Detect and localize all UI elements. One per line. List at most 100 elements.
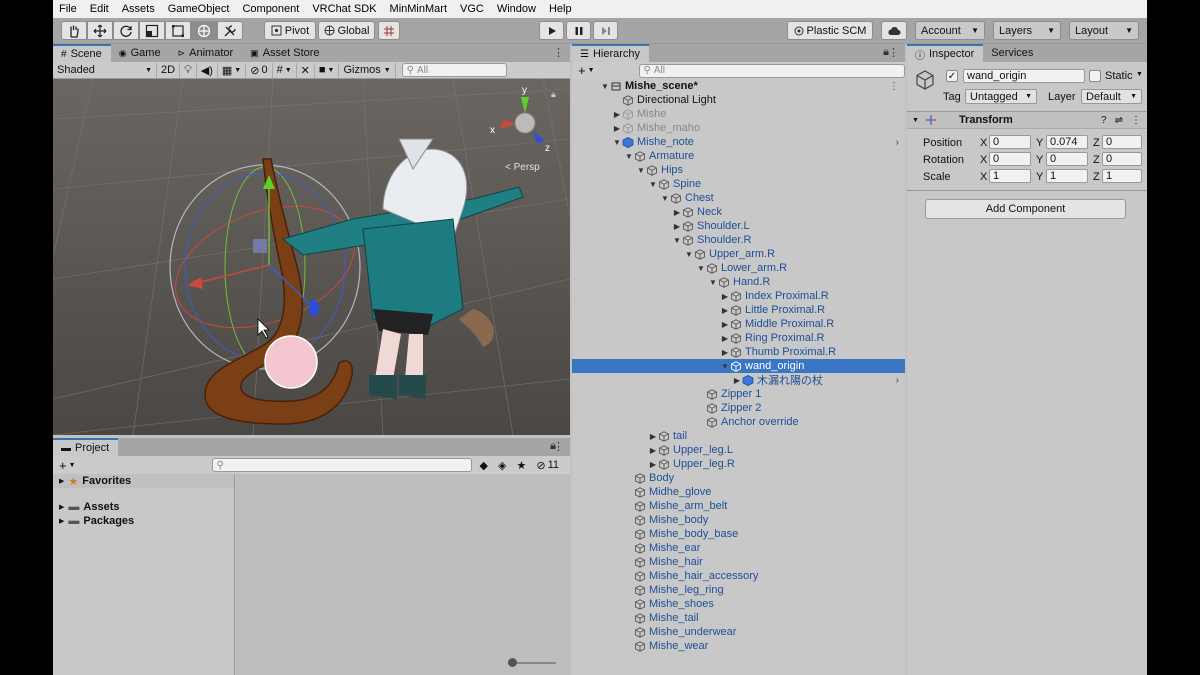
object-name-input[interactable]: wand_origin [963,69,1085,83]
kebab-menu-icon[interactable]: ⋮ [553,440,564,453]
lock-icon[interactable]: 🔒︎ [551,89,556,99]
chevron-right-icon[interactable]: ▶ [612,124,622,133]
hierarchy-row[interactable]: ▶ Ring Proximal.R [572,331,905,345]
hierarchy-row[interactable]: Mishe_body_base [572,527,905,541]
hierarchy-row[interactable]: ▶ Mishe [572,107,905,121]
tab-inspector[interactable]: ⓘ Inspector [907,44,984,62]
kebab-menu-icon[interactable]: ⋮ [553,46,564,59]
hidden-objects-toggle[interactable]: ⊘ 0 [246,62,273,78]
tab-services[interactable]: Services [983,44,1042,62]
menu-file[interactable]: File [59,3,77,15]
mode-2d-toggle[interactable]: 2D [157,62,181,78]
scale-tool-button[interactable] [139,21,165,40]
rotation-y-field[interactable]: 0 [1046,152,1088,166]
rotation-x-field[interactable]: 0 [989,152,1031,166]
transform-tool-button[interactable] [191,21,217,40]
scene-search-input[interactable]: ⚲ All [401,63,507,77]
chevron-right-icon[interactable]: ▶ [672,222,682,231]
hierarchy-row[interactable]: ▼ Armature [572,149,905,163]
hierarchy-row[interactable]: Mishe_body [572,513,905,527]
create-plus-icon[interactable]: + [578,63,586,78]
hierarchy-row[interactable]: ▼ Lower_arm.R [572,261,905,275]
custom-tool-button[interactable] [217,21,243,40]
hierarchy-row[interactable]: Mishe_arm_belt [572,499,905,513]
zoom-slider-thumb[interactable] [508,658,517,667]
hierarchy-row[interactable]: Mishe_shoes [572,597,905,611]
tab-asset-store[interactable]: ▣ Asset Store [242,44,328,62]
chevron-down-icon[interactable]: ▼ [684,250,694,259]
rotate-tool-button[interactable] [113,21,139,40]
gizmos-dropdown[interactable]: Gizmos ▼ [339,62,396,78]
static-checkbox[interactable] [1089,70,1101,82]
menu-window[interactable]: Window [497,3,536,15]
grid-snap-button[interactable] [378,21,400,40]
pivot-toggle[interactable]: Pivot [264,21,316,40]
menu-vgc[interactable]: VGC [460,3,484,15]
position-z-field[interactable]: 0 [1102,135,1142,149]
chevron-right-icon[interactable]: ▶ [672,208,682,217]
chevron-down-icon[interactable]: ▼ [1136,71,1143,78]
filter-type-icon[interactable]: ◆ [480,459,488,472]
chevron-down-icon[interactable]: ▼ [708,278,718,287]
grid-toggle[interactable]: # ▼ [273,62,297,78]
menu-edit[interactable]: Edit [90,3,109,15]
chevron-down-icon[interactable]: ▼ [624,152,634,161]
filter-label-icon[interactable]: ◈ [498,459,506,472]
layer-dropdown[interactable]: Default ▼ [1081,89,1142,104]
position-x-field[interactable]: 0 [989,135,1031,149]
hierarchy-row[interactable]: ▶ Mishe_maho [572,121,905,135]
scene-viewport[interactable]: y x z < Persp 🔒︎ [53,79,570,435]
presets-icon[interactable]: ⇌ [1115,115,1123,126]
chevron-right-icon[interactable]: › [896,375,899,386]
hierarchy-row[interactable]: ▶ Upper_leg.L [572,443,905,457]
hierarchy-row[interactable]: Directional Light [572,93,905,107]
chevron-right-icon[interactable]: ▶ [720,348,730,357]
chevron-down-icon[interactable]: ▼ [696,264,706,273]
folder-assets-row[interactable]: ▶ ▬ Assets [53,500,234,514]
project-content-area[interactable] [236,474,570,675]
menu-help[interactable]: Help [549,3,572,15]
lighting-toggle[interactable]: 💡︎ [180,62,197,78]
scale-y-field[interactable]: 1 [1046,169,1088,183]
hierarchy-row[interactable]: Mishe_ear [572,541,905,555]
rotation-z-field[interactable]: 0 [1102,152,1142,166]
layers-dropdown[interactable]: Layers ▼ [993,21,1061,40]
help-icon[interactable]: ? [1101,115,1107,126]
chevron-down-icon[interactable]: ▼ [612,138,622,147]
menu-assets[interactable]: Assets [122,3,155,15]
step-button[interactable] [593,21,618,40]
hierarchy-row[interactable]: ▶ Neck [572,205,905,219]
hierarchy-row[interactable]: ▼ wand_origin [572,359,905,373]
favorites-row[interactable]: ▶ ★ Favorites [53,474,234,488]
hierarchy-row[interactable]: ▼ Shoulder.R [572,233,905,247]
project-search-input[interactable]: ⚲ [211,458,472,472]
hierarchy-row[interactable]: ▶ Middle Proximal.R [572,317,905,331]
chevron-right-icon[interactable]: › [896,137,899,148]
position-y-field[interactable]: 0.074 [1046,135,1088,149]
chevron-right-icon[interactable]: ▶ [648,432,658,441]
global-toggle[interactable]: Global [318,21,375,40]
shading-mode-dropdown[interactable]: Shaded ▼ [53,62,157,78]
hierarchy-row[interactable]: Midhe_glove [572,485,905,499]
hierarchy-row[interactable]: Anchor override [572,415,905,429]
chevron-right-icon[interactable]: ▶ [732,376,742,385]
kebab-menu-icon[interactable]: ⋮ [1131,115,1141,126]
layout-dropdown[interactable]: Layout ▼ [1069,21,1139,40]
play-button[interactable] [539,21,564,40]
chevron-right-icon[interactable]: ▶ [720,292,730,301]
move-tool-button[interactable] [87,21,113,40]
audio-toggle[interactable]: ◀︎) [197,62,218,78]
hierarchy-row[interactable]: ▼ Spine [572,177,905,191]
tab-game[interactable]: ◉ Game [111,44,170,62]
perspective-label[interactable]: < Persp [505,162,540,173]
tag-dropdown[interactable]: Untagged ▼ [965,89,1037,104]
add-component-button[interactable]: Add Component [925,199,1126,219]
hierarchy-row[interactable]: Mishe_underwear [572,625,905,639]
menu-vrchat-sdk[interactable]: VRChat SDK [312,3,376,15]
tools-toggle[interactable]: ✕ [297,62,315,78]
eye-slash-icon[interactable]: ⊘ [536,459,545,472]
scale-z-field[interactable]: 1 [1102,169,1142,183]
hierarchy-row[interactable]: Zipper 2 [572,401,905,415]
transform-component-header[interactable]: ▼ Transform ? ⇌ ⋮ [907,111,1147,129]
chevron-down-icon[interactable]: ▼ [69,462,76,469]
